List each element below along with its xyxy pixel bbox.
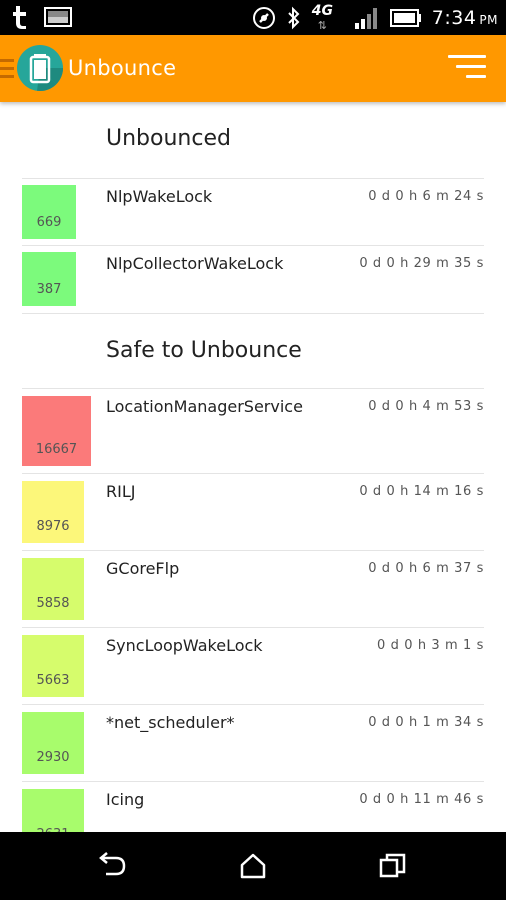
count-badge: 669 [22, 185, 76, 239]
wakelock-name: NlpWakeLock [106, 187, 213, 206]
wakelock-name: *net_scheduler* [106, 713, 235, 732]
app-logo-icon[interactable] [17, 45, 63, 91]
list-item[interactable]: 387 NlpCollectorWakeLock 0 d 0 h 29 m 35… [22, 246, 484, 314]
list-item[interactable]: 5858 GCoreFlp 0 d 0 h 6 m 37 s [22, 551, 484, 628]
wakelock-duration: 0 d 0 h 6 m 24 s [368, 189, 484, 204]
wakelock-duration: 0 d 0 h 11 m 46 s [359, 792, 484, 807]
home-icon[interactable] [238, 852, 268, 880]
list-item[interactable]: 16667 LocationManagerService 0 d 0 h 4 m… [22, 388, 484, 474]
list-item[interactable]: 2930 *net_scheduler* 0 d 0 h 1 m 34 s [22, 705, 484, 782]
list-item[interactable]: 5663 SyncLoopWakeLock 0 d 0 h 3 m 1 s [22, 628, 484, 705]
network-type-icon: 4G ⇅ [311, 2, 333, 32]
section-title-safe-to-unbounce: Safe to Unbounce [106, 338, 302, 363]
list-item[interactable]: 2631 Icing 0 d 0 h 11 m 46 s [22, 782, 484, 832]
wakelock-name: Icing [106, 790, 145, 809]
battery-icon [389, 8, 421, 27]
app-title: Unbounce [68, 56, 177, 80]
count-badge: 5858 [22, 558, 84, 620]
bluetooth-icon [288, 6, 300, 29]
wakelock-duration: 0 d 0 h 29 m 35 s [359, 256, 484, 271]
wakelock-duration: 0 d 0 h 6 m 37 s [368, 561, 484, 576]
list-item[interactable]: 8976 RILJ 0 d 0 h 14 m 16 s [22, 474, 484, 551]
clock: 7:34 PM [431, 6, 498, 29]
status-right-icons: 4G ⇅ 7:34 PM [252, 0, 498, 35]
wakelock-name: NlpCollectorWakeLock [106, 254, 284, 273]
wakelock-duration: 0 d 0 h 1 m 34 s [368, 715, 484, 730]
sort-icon[interactable] [446, 55, 486, 83]
wakelock-name: SyncLoopWakeLock [106, 636, 263, 655]
recents-icon[interactable] [378, 852, 408, 880]
wakelock-duration: 0 d 0 h 14 m 16 s [359, 484, 484, 499]
wakelock-name: RILJ [106, 482, 136, 501]
status-bar: 4G ⇅ 7:34 PM [0, 0, 506, 35]
status-left-icons [10, 4, 72, 30]
hotspot-icon [252, 6, 275, 29]
navigation-bar [0, 832, 506, 900]
wakelock-list: Unbounced 669 NlpWakeLock 0 d 0 h 6 m 24… [0, 102, 506, 832]
count-badge: 2930 [22, 712, 84, 774]
drawer-menu-icon[interactable] [0, 59, 14, 83]
wakelock-name: GCoreFlp [106, 559, 180, 578]
gallery-icon [44, 7, 72, 27]
count-badge: 16667 [22, 396, 91, 466]
list-item[interactable]: 669 NlpWakeLock 0 d 0 h 6 m 24 s [22, 178, 484, 246]
count-badge: 2631 [22, 789, 84, 832]
count-badge: 8976 [22, 481, 84, 543]
count-badge: 5663 [22, 635, 84, 697]
signal-icon [354, 7, 377, 29]
wakelock-name: LocationManagerService [106, 397, 303, 416]
wakelock-duration: 0 d 0 h 4 m 53 s [368, 399, 484, 414]
section-title-unbounced: Unbounced [106, 126, 231, 151]
count-badge: 387 [22, 252, 76, 306]
app-bar: Unbounce [0, 35, 506, 102]
tumblr-icon [13, 6, 26, 29]
wakelock-duration: 0 d 0 h 3 m 1 s [377, 638, 484, 653]
back-icon[interactable] [98, 852, 128, 880]
